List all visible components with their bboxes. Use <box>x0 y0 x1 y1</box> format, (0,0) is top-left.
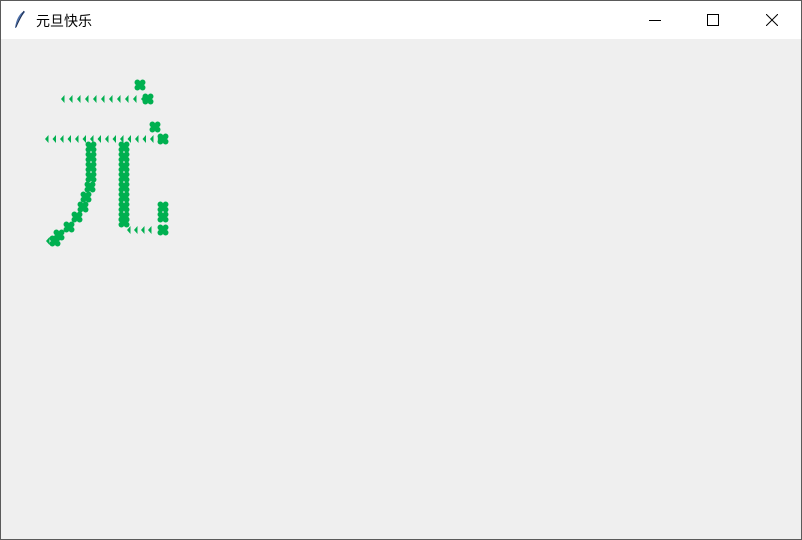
title-bar[interactable]: 元旦快乐 <box>1 1 801 39</box>
clover-icon <box>157 201 169 213</box>
clover-icon <box>52 135 56 143</box>
clover-icon <box>60 135 64 143</box>
clover-icon <box>109 95 113 103</box>
minimize-button[interactable] <box>626 1 684 39</box>
clover-icon <box>150 135 154 143</box>
clover-icon <box>118 181 130 193</box>
clover-icon <box>101 95 105 103</box>
clover-icon <box>118 151 130 163</box>
close-button[interactable] <box>743 1 801 39</box>
close-icon <box>766 14 778 26</box>
clover-icon <box>63 221 75 233</box>
clover-icon <box>105 135 109 143</box>
clover-icon <box>97 135 101 143</box>
clover-icon <box>85 141 97 153</box>
clover-icon <box>118 191 130 203</box>
drawing-canvas[interactable] <box>1 39 801 539</box>
clover-icon <box>142 93 154 105</box>
clover-icon <box>125 95 129 103</box>
maximize-icon <box>707 14 719 26</box>
window-title: 元旦快乐 <box>36 14 92 30</box>
clover-icon <box>118 201 130 213</box>
clover-icon <box>77 201 89 213</box>
app-window: 元旦快乐 <box>0 0 802 540</box>
clover-icon <box>85 171 97 183</box>
clover-icon <box>118 171 130 183</box>
maximize-button[interactable] <box>684 1 742 39</box>
clover-icon <box>157 224 169 236</box>
clover-icon <box>133 95 137 103</box>
clover-icon <box>134 79 146 91</box>
clover-icon <box>77 95 81 103</box>
feather-icon <box>15 10 25 28</box>
clover-icon <box>141 226 145 234</box>
minimize-icon <box>649 20 661 21</box>
clover-icon <box>61 95 65 103</box>
clover-icon <box>71 211 83 223</box>
clover-icon <box>93 95 97 103</box>
clover-icon <box>134 226 138 234</box>
clover-icon <box>75 135 79 143</box>
clover-icon <box>142 135 146 143</box>
clover-icon <box>118 216 130 228</box>
clover-icon <box>149 121 161 133</box>
clover-icon <box>117 95 121 103</box>
clover-icon <box>45 135 49 143</box>
clover-icon <box>157 211 169 223</box>
clover-icon <box>135 135 139 143</box>
clover-icon <box>127 135 131 143</box>
clover-icon <box>157 133 169 145</box>
clover-icon <box>84 181 96 193</box>
clover-icon <box>85 151 97 163</box>
clover-character-drawing <box>45 79 169 247</box>
clover-icon <box>46 237 50 245</box>
clover-icon <box>82 135 86 143</box>
clover-icon <box>112 135 116 143</box>
clover-icon <box>80 191 92 203</box>
clover-icon <box>85 161 97 173</box>
clover-icon <box>118 161 130 173</box>
clover-icon <box>69 95 73 103</box>
clover-icon <box>85 95 89 103</box>
clover-icon <box>67 135 71 143</box>
clover-icon <box>118 141 130 153</box>
clover-icon <box>148 226 152 234</box>
clover-icon <box>49 235 61 247</box>
